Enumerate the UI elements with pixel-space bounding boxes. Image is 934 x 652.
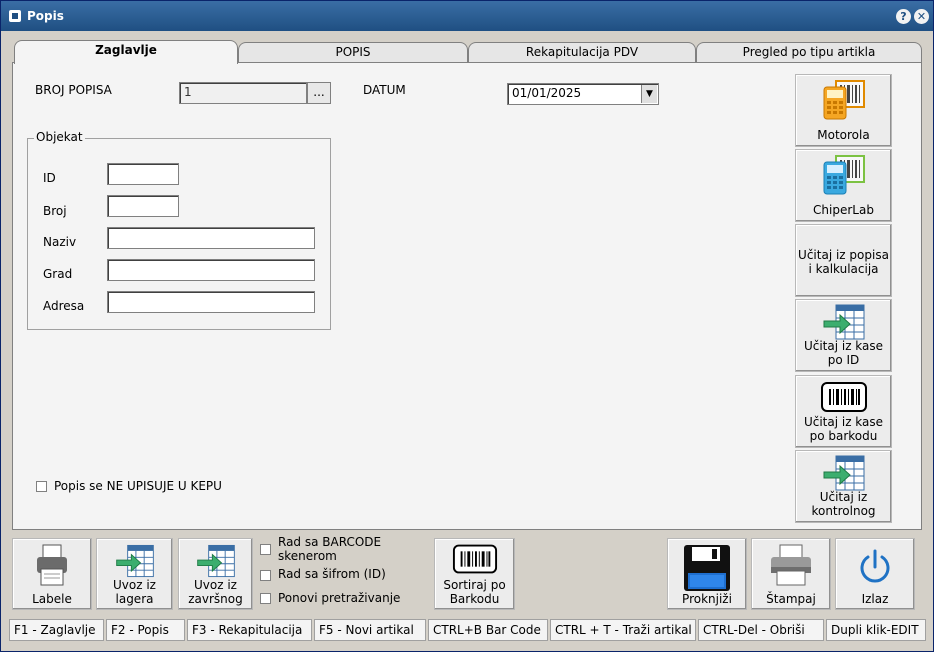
motorola-button[interactable]: Motorola: [795, 74, 892, 147]
objekat-grad-field[interactable]: [107, 259, 315, 281]
sifra-id-label: Rad sa šifrom (ID): [278, 567, 386, 581]
printer-icon: [37, 544, 67, 586]
sifra-id-checkbox[interactable]: [260, 570, 271, 581]
tab-popis[interactable]: POPIS: [238, 42, 468, 62]
tab-pregled-po-tipu[interactable]: Pregled po tipu artikla: [696, 42, 922, 62]
izlaz-button[interactable]: Izlaz: [835, 538, 915, 610]
objekat-id-field[interactable]: [107, 163, 179, 185]
objekat-naziv-field[interactable]: [107, 227, 315, 249]
ucitaj-kasa-id-label: Učitaj iz kase po ID: [803, 339, 884, 367]
ucitaj-kontrolnog-button[interactable]: Učitaj iz kontrolnog: [795, 450, 892, 523]
ucitaj-kontrolnog-label: Učitaj iz kontrolnog: [811, 490, 876, 518]
objekat-broj-label: Broj: [43, 204, 67, 218]
objekat-id-label: ID: [43, 171, 56, 185]
barcode-scanner-label: Rad sa BARCODE skenerom: [278, 535, 382, 563]
table-import-icon: [823, 304, 864, 340]
scanner-blue-icon: [823, 155, 865, 195]
power-icon: [860, 549, 890, 583]
objekat-adresa-field[interactable]: [107, 291, 315, 313]
datum-value: 01/01/2025: [512, 86, 582, 100]
labele-button[interactable]: Labele: [12, 538, 92, 610]
ucitaj-iz-popisa-button[interactable]: Učitaj iz popisa i kalkulacija: [795, 224, 892, 297]
kepu-checkbox[interactable]: [36, 481, 47, 492]
ponovi-pretrazivanje-checkbox[interactable]: [260, 593, 271, 604]
ucitaj-iz-popisa-label: Učitaj iz popisa i kalkulacija: [798, 248, 889, 276]
proknjizi-button[interactable]: Proknjiži: [667, 538, 747, 610]
datum-combo[interactable]: 01/01/2025 ▼: [507, 83, 659, 105]
status-ctrl-del: CTRL-Del - Obriši: [698, 619, 824, 641]
help-button[interactable]: ?: [896, 9, 911, 24]
scanner-orange-icon: [823, 80, 865, 120]
save-disk-icon: [684, 545, 730, 591]
ucitaj-kasa-barkod-label: Učitaj iz kase po barkodu: [803, 415, 884, 443]
uvoz-iz-lagera-label: Uvoz iz lagera: [113, 578, 156, 606]
sortiraj-label: Sortiraj po Barkodu: [443, 578, 506, 606]
barcode-scanner-checkbox[interactable]: [260, 544, 271, 555]
close-button[interactable]: ✕: [914, 9, 929, 24]
tab-zaglavlje[interactable]: Zaglavlje: [14, 40, 238, 64]
proknjizi-label: Proknjiži: [682, 592, 732, 606]
izlaz-label: Izlaz: [861, 592, 889, 606]
status-dupli-klik: Dupli klik-EDIT: [826, 619, 926, 641]
uvoz-iz-zavrsnog-label: Uvoz iz završnog: [188, 578, 243, 606]
window-title: Popis: [27, 9, 64, 23]
objekat-title: Objekat: [34, 130, 85, 144]
status-f1: F1 - Zaglavlje: [9, 619, 104, 641]
status-f5: F5 - Novi artikal: [314, 619, 426, 641]
sortiraj-po-barkodu-button[interactable]: Sortiraj po Barkodu: [434, 538, 515, 610]
uvoz-iz-zavrsnog-button[interactable]: Uvoz iz završnog: [178, 538, 253, 610]
chevron-down-icon[interactable]: ▼: [641, 85, 657, 103]
ucitaj-kasa-id-button[interactable]: Učitaj iz kase po ID: [795, 299, 892, 372]
title-bar[interactable]: Popis ? ✕: [1, 1, 933, 31]
chiperlab-button[interactable]: ChiperLab: [795, 149, 892, 222]
status-f3: F3 - Rekapitulacija: [187, 619, 312, 641]
barcode-icon: [820, 382, 867, 412]
ucitaj-kasa-barkod-button[interactable]: Učitaj iz kase po barkodu: [795, 375, 892, 448]
printer-icon: [771, 544, 811, 586]
kepu-checkbox-label: Popis se NE UPISUJE U KEPU: [54, 479, 222, 493]
stampaj-label: Štampaj: [766, 592, 816, 606]
app-icon: [9, 10, 21, 22]
barcode-icon: [452, 544, 497, 574]
motorola-label: Motorola: [817, 128, 870, 142]
table-import-icon: [196, 544, 235, 578]
status-ctrl-b: CTRL+B Bar Code: [428, 619, 548, 641]
objekat-broj-field[interactable]: [107, 195, 179, 217]
chiperlab-label: ChiperLab: [813, 203, 874, 217]
ponovi-pretrazivanje-label: Ponovi pretraživanje: [278, 591, 401, 605]
status-f2: F2 - Popis: [106, 619, 185, 641]
tab-rekapitulacija-pdv[interactable]: Rekapitulacija PDV: [468, 42, 696, 62]
uvoz-iz-lagera-button[interactable]: Uvoz iz lagera: [96, 538, 173, 610]
objekat-adresa-label: Adresa: [43, 299, 85, 313]
labele-label: Labele: [32, 592, 72, 606]
table-import-icon: [115, 544, 154, 578]
stampaj-button[interactable]: Štampaj: [751, 538, 831, 610]
status-ctrl-t: CTRL + T - Traži artikal: [550, 619, 696, 641]
broj-popisa-label: BROJ POPISA: [35, 83, 112, 97]
objekat-grad-label: Grad: [43, 267, 73, 281]
browse-popis-button[interactable]: ...: [307, 82, 331, 104]
table-import-icon: [823, 455, 864, 491]
objekat-naziv-label: Naziv: [43, 235, 77, 249]
broj-popisa-field[interactable]: 1: [179, 82, 307, 104]
datum-label: DATUM: [363, 83, 406, 97]
